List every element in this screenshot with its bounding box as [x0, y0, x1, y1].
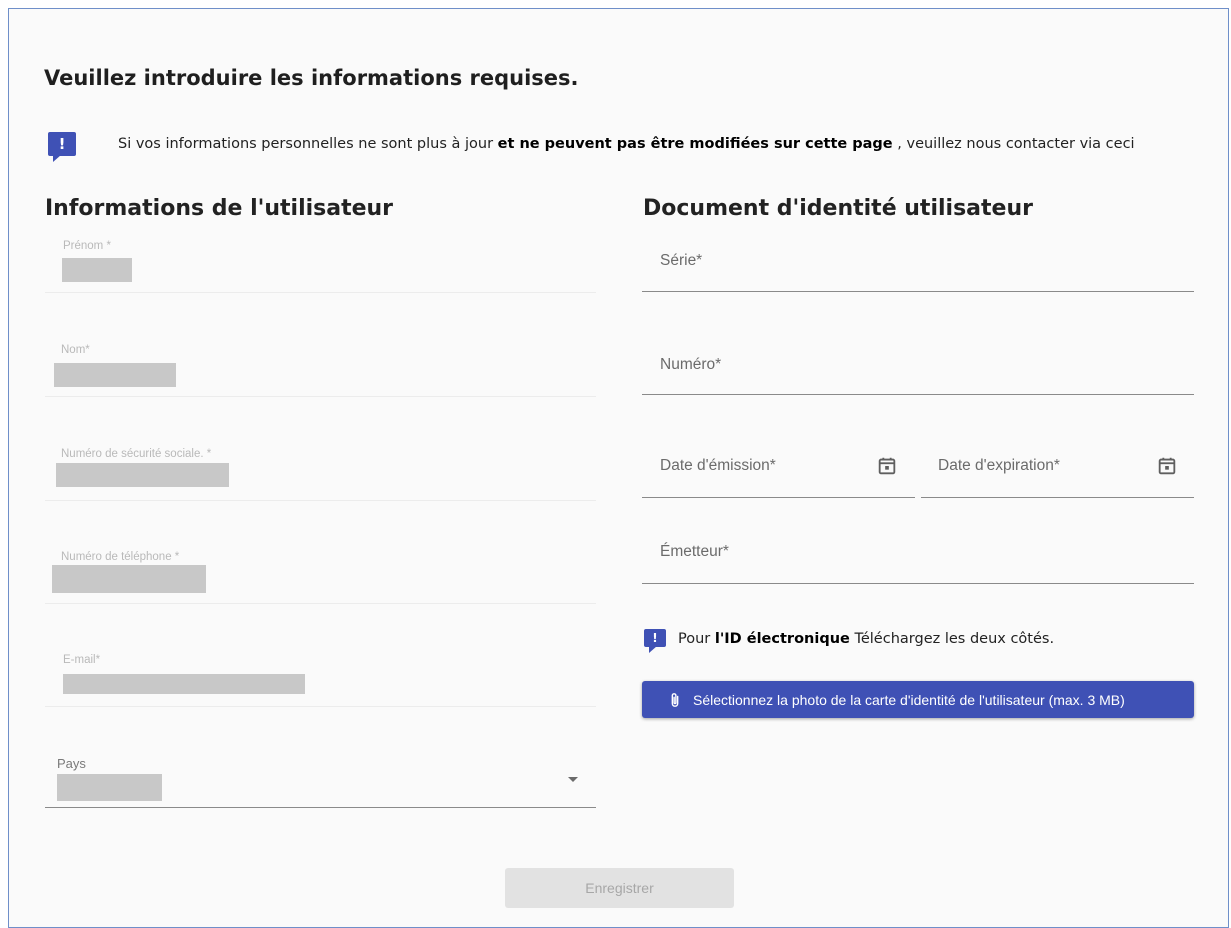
paperclip-icon	[671, 692, 679, 707]
phone-value-redacted	[52, 565, 206, 593]
expiry-date-placeholder: Date d'expiration*	[938, 457, 1060, 474]
upload-button-label: Sélectionnez la photo de la carte d'iden…	[693, 691, 1125, 708]
phone-underline	[45, 603, 596, 604]
social-security-underline	[45, 500, 596, 501]
issue-date-underline	[642, 497, 915, 498]
phone-label: Numéro de téléphone *	[61, 551, 180, 563]
user-info-heading: Informations de l'utilisateur	[45, 196, 394, 221]
expiry-date-underline	[921, 497, 1194, 498]
notice-text-end: , veuillez nous contacter via ceci	[892, 136, 1135, 152]
eid-note-text: Pour	[678, 631, 715, 647]
first-name-label: Prénom *	[63, 240, 111, 252]
social-security-label: Numéro de sécurité sociale. *	[61, 448, 212, 460]
issue-date-input[interactable]: Date d'émission*	[642, 444, 915, 500]
notice-bold-text: et ne peuvent pas être modifiées sur cet…	[497, 136, 893, 152]
feedback-icon: !	[48, 132, 76, 162]
last-name-underline	[45, 396, 596, 397]
dropdown-arrow-icon	[568, 777, 578, 782]
expiry-date-input[interactable]: Date d'expiration*	[921, 444, 1194, 500]
first-name-underline	[45, 292, 596, 293]
first-name-value-redacted	[62, 258, 132, 282]
issuer-placeholder: Émetteur*	[660, 543, 729, 560]
social-security-value-redacted	[56, 463, 229, 487]
document-number-placeholder: Numéro*	[660, 356, 722, 373]
notice-text: Si vos informations personnelles ne sont…	[118, 136, 498, 152]
first-name-field[interactable]: Prénom *	[45, 236, 596, 294]
last-name-field[interactable]: Nom*	[45, 340, 596, 398]
email-field[interactable]: E-mail*	[45, 650, 596, 708]
feedback-icon: !	[644, 629, 666, 653]
eid-note-bold: l'ID électronique	[714, 631, 850, 647]
eid-note-text-end: Téléchargez les deux côtés.	[849, 631, 1055, 647]
id-document-heading: Document d'identité utilisateur	[643, 196, 1033, 221]
country-value-redacted	[57, 774, 162, 801]
email-label: E-mail*	[63, 654, 101, 666]
calendar-icon[interactable]	[1156, 455, 1178, 477]
info-notice: Si vos informations personnelles ne sont…	[118, 136, 1135, 152]
email-value-redacted	[63, 674, 305, 694]
country-underline	[45, 807, 596, 808]
save-button[interactable]: Enregistrer	[505, 868, 734, 908]
series-underline	[642, 291, 1194, 292]
calendar-icon[interactable]	[876, 455, 898, 477]
series-placeholder: Série*	[660, 252, 703, 269]
page-title: Veuillez introduire les informations req…	[44, 66, 579, 90]
phone-field[interactable]: Numéro de téléphone *	[45, 547, 596, 605]
document-number-input[interactable]: Numéro*	[642, 341, 1194, 397]
country-select[interactable]: Pays	[45, 754, 596, 810]
eid-note: Pour l'ID électronique Téléchargez les d…	[678, 631, 1054, 647]
upload-id-photo-button[interactable]: Sélectionnez la photo de la carte d'iden…	[642, 681, 1194, 718]
issue-date-placeholder: Date d'émission*	[660, 457, 776, 474]
series-input[interactable]: Série*	[642, 238, 1194, 294]
email-underline	[45, 706, 596, 707]
issuer-underline	[642, 583, 1194, 584]
last-name-value-redacted	[54, 363, 176, 387]
last-name-label: Nom*	[61, 344, 90, 356]
country-label: Pays	[57, 756, 86, 771]
document-number-underline	[642, 394, 1194, 395]
issuer-input[interactable]: Émetteur*	[642, 530, 1194, 586]
social-security-field[interactable]: Numéro de sécurité sociale. *	[45, 444, 596, 502]
